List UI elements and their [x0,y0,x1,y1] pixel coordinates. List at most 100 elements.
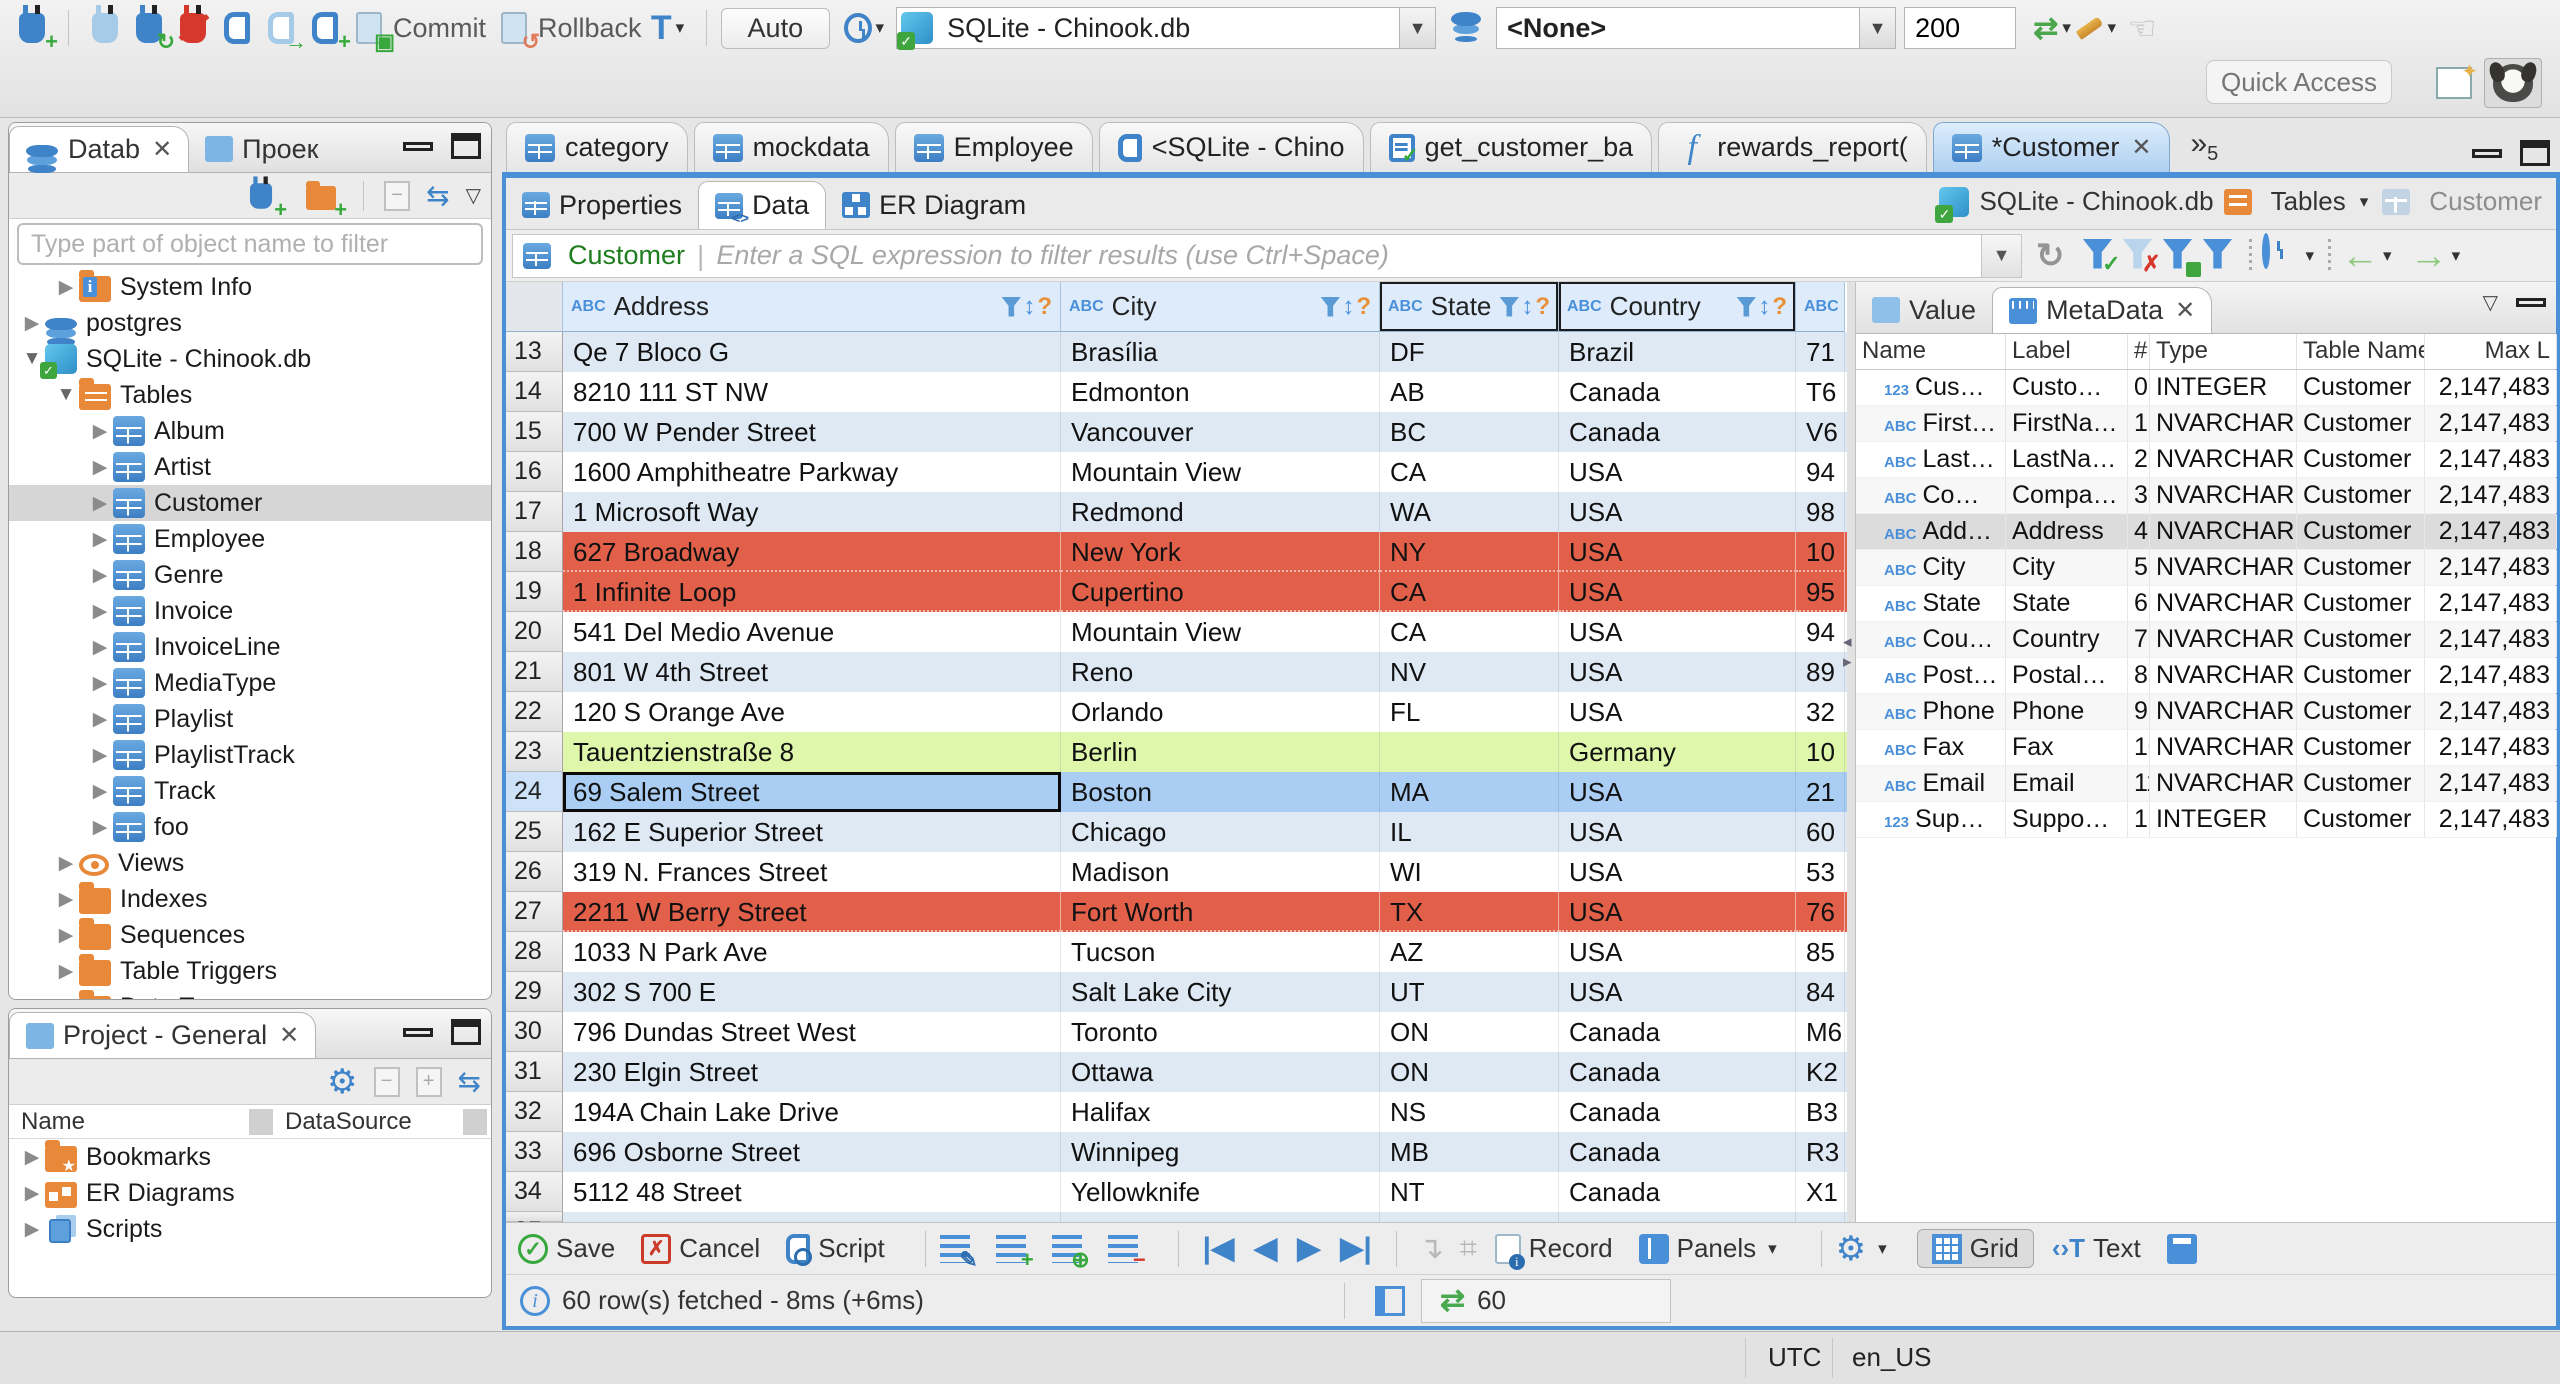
dbeaver-perspective-button[interactable] [2484,58,2542,108]
meta-column-header-max-l[interactable]: Max L [2425,334,2557,369]
cell-extra[interactable]: 71 [1796,332,1845,372]
cell-country[interactable]: USA [1559,652,1796,692]
row-number[interactable]: 17 [506,492,563,532]
metadata-row[interactable]: ABC Last… LastNa… 2 NVARCHAR Customer 2,147,48… [1856,442,2557,478]
editor-tab-get-customer-ba[interactable]: get_customer_ba [1369,122,1653,172]
cell-extra[interactable]: M6 [1796,1012,1845,1052]
save-button[interactable]: ✓ Save [518,1233,615,1264]
tab-value[interactable]: Value [1856,287,1992,333]
history-icon[interactable]: ▾ [844,7,888,49]
filter-funnel-icon[interactable] [1001,296,1022,317]
expand-arrow-icon[interactable]: ▶ [53,960,79,983]
expand-arrow-icon[interactable]: ▶ [19,1218,45,1241]
previous-row-icon[interactable]: ◀ [1254,1231,1277,1266]
minimize-icon[interactable] [2472,148,2502,158]
close-icon[interactable]: ✕ [2131,133,2151,162]
tree-item-tables[interactable]: ▼ Tables [9,377,491,413]
meta-cell-table-name[interactable]: Customer [2297,730,2425,765]
meta-cell-max-length[interactable]: 2,147,483 [2425,694,2557,729]
meta-cell-name[interactable]: 123 Sup… [1856,802,2006,837]
cell-address[interactable]: 796 Dundas Street West [563,1012,1061,1052]
tree-item-customer[interactable]: ▶ Customer [9,485,491,521]
cell-state[interactable]: WA [1380,492,1559,532]
cell-address[interactable]: Tauentzienstraße 8 [563,732,1061,772]
cell-extra[interactable]: B3 [1796,1092,1845,1132]
link-editor-icon[interactable]: ⇆ [458,1065,481,1098]
meta-cell-number[interactable]: 12 [2128,802,2150,837]
commit-mode-button[interactable]: Auto [720,7,831,49]
cell-state[interactable]: FL [1380,692,1559,732]
row-number[interactable]: 34 [506,1172,563,1212]
chevron-down-icon[interactable]: ▾ [2306,246,2315,266]
column-header-postalcode[interactable]: ABC [1796,282,1845,332]
meta-cell-number[interactable]: 2 [2128,442,2150,477]
cell-city[interactable]: Cupertino [1061,572,1380,612]
tree-item-foo[interactable]: ▶ foo [9,809,491,845]
cell-address[interactable]: 700 W Pender Street [563,412,1061,452]
meta-cell-table-name[interactable]: Customer [2297,370,2425,405]
meta-cell-number[interactable]: 5 [2128,550,2150,585]
sort-icon[interactable]: ↕ [1023,293,1035,321]
meta-cell-max-length[interactable]: 2,147,483 [2425,370,2557,405]
collapse-all-icon[interactable]: − [373,1066,400,1097]
meta-cell-label[interactable]: City [2006,550,2128,585]
expand-arrow-icon[interactable]: ▶ [87,492,113,515]
metadata-row[interactable]: ABC First… FirstNa… 1 NVARCHAR Customer 2,147,… [1856,406,2557,442]
cell-extra[interactable]: 76 [1796,892,1845,932]
record-button[interactable]: Record [1494,1233,1613,1270]
cell-state[interactable]: MB [1380,1132,1559,1172]
auto-refresh-box[interactable]: ⇄ 60 [1420,1278,1671,1323]
meta-cell-table-name[interactable]: Customer [2297,406,2425,441]
tree-item-sequences[interactable]: ▶ Sequences [9,917,491,953]
cell-country[interactable]: USA [1559,932,1796,972]
metadata-row[interactable]: ABC State State 6 NVARCHAR Customer 2,147,483 [1856,586,2557,622]
tree-item-playlist[interactable]: ▶ Playlist [9,701,491,737]
edit-cell-button[interactable]: ✎ [939,1234,978,1270]
editor-tab-mockdata[interactable]: mockdata [693,122,889,172]
cell-address[interactable]: 541 Del Medio Avenue [563,612,1061,652]
editor-tab-rewards-report[interactable]: f rewards_report( [1658,122,1927,172]
tab-project-general[interactable]: Project - General ✕ [9,1012,317,1058]
view-menu-icon[interactable]: ▽ [2483,290,2498,315]
rollback-button[interactable]: Rollback [538,13,642,44]
cell-city[interactable]: Toronto [1061,1012,1380,1052]
minimize-icon[interactable] [403,1027,433,1037]
meta-cell-number[interactable]: 3 [2128,478,2150,513]
open-sql-script-icon[interactable]: → [259,7,307,53]
cell-extra[interactable]: 60 [1796,812,1845,852]
cell-extra[interactable]: K2 [1796,1052,1845,1092]
cell-state[interactable]: WI [1380,852,1559,892]
cell-country[interactable]: USA [1559,852,1796,892]
cell-state[interactable]: MA [1380,772,1559,812]
cell-country[interactable]: USA [1559,772,1796,812]
editor-tab-employee[interactable]: Employee [894,122,1093,172]
meta-cell-type[interactable]: NVARCHAR [2150,478,2297,513]
meta-cell-max-length[interactable]: 2,147,483 [2425,478,2557,513]
column-header-city[interactable]: ABC City ↕? [1061,282,1380,332]
row-number[interactable]: 23 [506,732,563,772]
cell-extra[interactable]: 94 [1796,452,1845,492]
cancel-button[interactable]: ✗ Cancel [641,1233,760,1264]
cell-state[interactable]: DF [1380,332,1559,372]
sql-editor-icon[interactable] [215,7,259,49]
expand-arrow-icon[interactable]: ▶ [87,600,113,623]
transaction-log-icon[interactable]: T ▾ [648,7,692,49]
collapse-arrow-icon[interactable]: ▼ [53,384,79,406]
cell-country[interactable]: Canada [1559,1012,1796,1052]
metadata-row[interactable]: ABCFaxFax10NVARCHARCustomer2,147,483 [1856,730,2557,766]
cell-address[interactable]: Rua da Assunção 53 [563,1212,1061,1222]
cell-extra[interactable]: 21 [1796,772,1845,812]
meta-cell-max-length[interactable]: 2,147,483 [2425,658,2557,693]
link-editor-icon[interactable]: ⇆ [426,179,449,212]
cell-state[interactable]: AB [1380,372,1559,412]
cell-city[interactable]: Orlando [1061,692,1380,732]
connect-icon[interactable] [83,5,127,49]
meta-cell-type[interactable]: NVARCHAR [2150,514,2297,549]
project-item-er-diagrams[interactable]: ▶ ER Diagrams [9,1175,491,1211]
last-row-icon[interactable]: ▶| [1340,1231,1371,1266]
cell-state[interactable]: BC [1380,412,1559,452]
expand-arrow-icon[interactable]: ▶ [53,888,79,911]
meta-cell-label[interactable]: Fax [2006,730,2128,765]
filter-funnel-icon[interactable] [1736,296,1757,317]
cell-extra[interactable]: 98 [1796,492,1845,532]
